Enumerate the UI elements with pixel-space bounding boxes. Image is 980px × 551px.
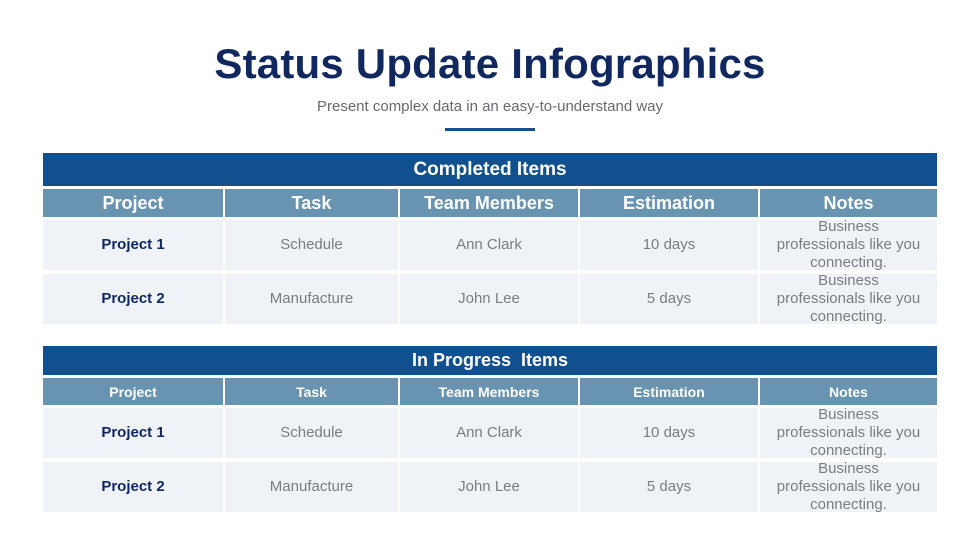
cell-notes: Business professionals like you connecti… xyxy=(760,460,937,513)
cell-project: Project 1 xyxy=(43,220,223,270)
cell-task: Manufacture xyxy=(225,274,398,324)
column-header-estimation: Estimation xyxy=(580,378,758,405)
column-header-project: Project xyxy=(43,189,223,217)
column-header-estimation: Estimation xyxy=(580,189,758,217)
column-header-notes: Notes xyxy=(760,189,937,217)
cell-task: Schedule xyxy=(225,220,398,270)
cell-estimation: 10 days xyxy=(580,220,758,270)
cell-task: Manufacture xyxy=(225,462,398,512)
cell-team-members: Ann Clark xyxy=(400,220,578,270)
column-header-team-members: Team Members xyxy=(400,189,578,217)
cell-estimation: 10 days xyxy=(580,408,758,458)
table-title: In Progress Items xyxy=(43,346,937,375)
page-title: Status Update Infographics xyxy=(214,40,766,87)
column-header-project: Project xyxy=(43,378,223,405)
cell-team-members: John Lee xyxy=(400,274,578,324)
cell-notes: Business professionals like you connecti… xyxy=(760,272,937,325)
cell-notes: Business professionals like you connecti… xyxy=(760,406,937,459)
cell-estimation: 5 days xyxy=(580,274,758,324)
page-subtitle: Present complex data in an easy-to-under… xyxy=(316,98,664,115)
column-header-task: Task xyxy=(225,189,398,217)
cell-project: Project 2 xyxy=(43,274,223,324)
cell-notes: Business professionals like you connecti… xyxy=(760,218,937,271)
cell-task: Schedule xyxy=(225,408,398,458)
title-divider xyxy=(445,128,535,131)
column-header-notes: Notes xyxy=(760,378,937,405)
column-header-team-members: Team Members xyxy=(400,378,578,405)
cell-team-members: John Lee xyxy=(400,462,578,512)
cell-team-members: Ann Clark xyxy=(400,408,578,458)
column-header-task: Task xyxy=(225,378,398,405)
cell-estimation: 5 days xyxy=(580,462,758,512)
cell-project: Project 1 xyxy=(43,408,223,458)
cell-project: Project 2 xyxy=(43,462,223,512)
table-title: Completed Items xyxy=(43,153,937,186)
